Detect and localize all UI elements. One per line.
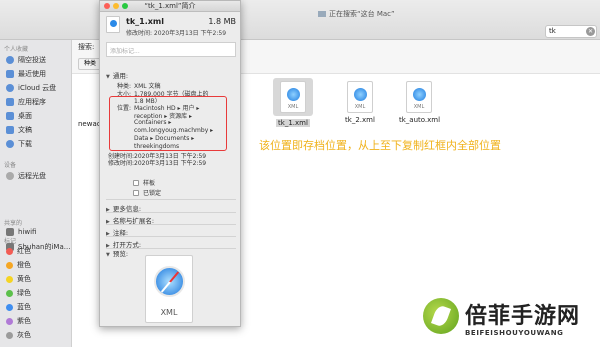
document-icon <box>6 126 14 134</box>
xml-file-icon: XML <box>347 81 373 113</box>
search-folder-icon <box>318 11 326 17</box>
locked-checkbox[interactable]: 已锁定 <box>133 188 161 197</box>
tag-dot-icon <box>6 331 13 339</box>
preview-section-toggle[interactable]: ▼ 预览: <box>106 248 128 258</box>
sidebar-tag-yellow[interactable]: 黄色 <box>6 274 31 284</box>
sidebar-item-documents[interactable]: 文稿 <box>6 125 32 135</box>
info-titlebar: “tk_1.xml”简介 <box>100 1 240 12</box>
sidebar-tag-purple[interactable]: 紫色 <box>6 316 31 326</box>
file-name: tk_auto.xml <box>399 116 441 124</box>
file-name: tk_1.xml <box>276 119 310 127</box>
stationery-checkbox[interactable]: 样板 <box>133 178 155 187</box>
leaf-logo-icon <box>423 298 459 334</box>
sidebar-item-desktop[interactable]: 桌面 <box>6 111 32 121</box>
tag-dot-icon <box>6 247 13 255</box>
location-highlight-box <box>109 96 227 151</box>
sidebar-tag-green[interactable]: 绿色 <box>6 288 31 298</box>
disc-icon <box>6 172 14 180</box>
tag-dot-icon <box>6 317 13 325</box>
xml-file-icon <box>106 16 120 33</box>
finder-title-text: 正在搜索“这台 Mac” <box>329 10 395 18</box>
sidebar-item-icloud[interactable]: iCloud 云盘 <box>6 83 56 93</box>
finder-window-title: 正在搜索“这台 Mac” <box>318 9 395 19</box>
sidebar-section-devices: 设备 <box>4 162 17 169</box>
disclosure-open-icon: ▼ <box>106 252 110 258</box>
info-file-header: tk_1.xml 1.8 MB 修改时间: 2020年3月13日 下午2:59 <box>106 16 236 38</box>
file-item-tk2[interactable]: XML tk_2.xml <box>340 81 380 124</box>
xml-file-icon: XML <box>280 81 306 113</box>
preview-label: XML <box>160 308 178 317</box>
info-modified-row: 修改时间:2020年3月13日 下午2:59 <box>108 160 207 167</box>
disclosure-open-icon: ▼ <box>106 74 110 80</box>
sidebar-tag-orange[interactable]: 橙色 <box>6 260 31 270</box>
cloud-icon <box>6 84 14 92</box>
sidebar-section-shared: 共享的 <box>4 220 23 227</box>
sidebar-item-downloads[interactable]: 下载 <box>6 139 32 149</box>
xml-preview-icon: XML <box>145 255 193 323</box>
tag-dot-icon <box>6 275 13 283</box>
sidebar-tag-blue[interactable]: 蓝色 <box>6 302 31 312</box>
file-item-tk-auto[interactable]: XML tk_auto.xml <box>399 81 441 124</box>
divider <box>106 199 236 200</box>
airdrop-icon <box>6 56 14 64</box>
divider <box>106 212 236 213</box>
tag-dot-icon <box>6 289 13 297</box>
sidebar-tag-red[interactable]: 红色 <box>6 246 31 256</box>
watermark-en: BEIFEISHOUYOUWANG <box>465 329 564 337</box>
sidebar-section-favorites: 个人收藏 <box>4 46 29 53</box>
get-info-window: “tk_1.xml”简介 tk_1.xml 1.8 MB 修改时间: 2020年… <box>99 0 241 327</box>
watermark-cn: 倍菲手游网 <box>465 304 581 329</box>
applications-icon <box>6 98 14 106</box>
file-name: tk_2.xml <box>345 116 375 124</box>
sidebar-section-tags: 标记 <box>4 238 17 245</box>
tag-dot-icon <box>6 261 13 269</box>
tag-input[interactable]: 添加标记... <box>106 42 236 57</box>
sidebar-item-remote-disc[interactable]: 远程光盘 <box>6 171 46 181</box>
sidebar-item-hiwifi[interactable]: hiwifi <box>6 228 36 236</box>
sidebar-tag-gray[interactable]: 灰色 <box>6 330 31 340</box>
sidebar-item-airdrop[interactable]: 隔空投送 <box>6 55 46 65</box>
divider <box>106 224 236 225</box>
info-window-title: “tk_1.xml”简介 <box>144 2 196 10</box>
file-item-tk1[interactable]: XML tk_1.xml <box>273 78 313 127</box>
clear-search-icon[interactable]: ✕ <box>586 27 595 36</box>
desktop-icon <box>6 112 14 120</box>
download-icon <box>6 140 14 148</box>
finder-toolbar: 正在搜索“这台 Mac” tk ✕ <box>0 0 600 40</box>
computer-icon <box>6 228 14 236</box>
sidebar: 个人收藏 隔空投送 最近使用 iCloud 云盘 应用程序 桌面 文稿 下载 设… <box>0 40 72 347</box>
clock-icon <box>6 70 14 78</box>
info-file-name: tk_1.xml <box>126 17 164 26</box>
info-file-size: 1.8 MB <box>208 17 236 26</box>
xml-file-icon: XML <box>406 81 432 113</box>
tag-dot-icon <box>6 303 13 311</box>
sidebar-item-recents[interactable]: 最近使用 <box>6 69 46 79</box>
sidebar-item-applications[interactable]: 应用程序 <box>6 97 46 107</box>
annotation-text: 该位置即存档位置，从上至下复制红框内全部位置 <box>259 139 501 152</box>
file-name-partial[interactable]: newac <box>78 120 101 128</box>
info-modified: 修改时间: 2020年3月13日 下午2:59 <box>126 30 227 37</box>
search-scope-label: 搜索: <box>78 43 95 51</box>
divider <box>106 236 236 237</box>
general-section-toggle[interactable]: ▼ 通用: <box>106 70 128 80</box>
screen: 正在搜索“这台 Mac” tk ✕ 搜索: 种类 个人收藏 隔空投送 最近使用 … <box>0 0 600 347</box>
watermark: 倍菲手游网 BEIFEISHOUYOUWANG <box>423 296 595 344</box>
